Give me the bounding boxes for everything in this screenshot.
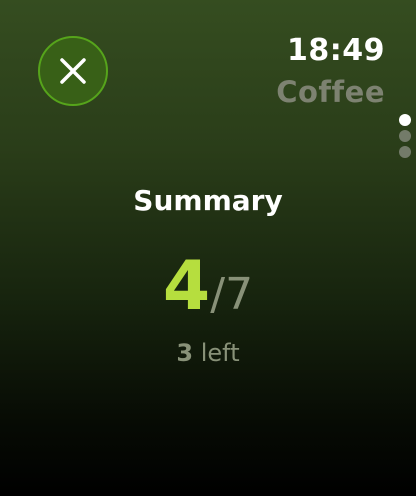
remaining-label: left — [200, 339, 240, 367]
page-dot-1 — [399, 114, 411, 126]
page-dot-2 — [399, 130, 411, 142]
progress-count: 4/7 — [0, 245, 416, 346]
total-count: 7 — [225, 269, 254, 320]
completed-count: 4 — [162, 247, 211, 326]
count-separator: / — [210, 269, 226, 320]
close-icon — [60, 58, 86, 84]
close-button[interactable] — [38, 36, 108, 106]
page-dot-3 — [399, 146, 411, 158]
app-title: Coffee — [276, 75, 385, 109]
clock-time: 18:49 — [287, 33, 385, 68]
page-indicator[interactable] — [399, 114, 411, 162]
summary-title: Summary — [133, 184, 283, 217]
remaining-count: 3 — [176, 339, 194, 367]
remaining-text: 3 left — [0, 336, 416, 370]
